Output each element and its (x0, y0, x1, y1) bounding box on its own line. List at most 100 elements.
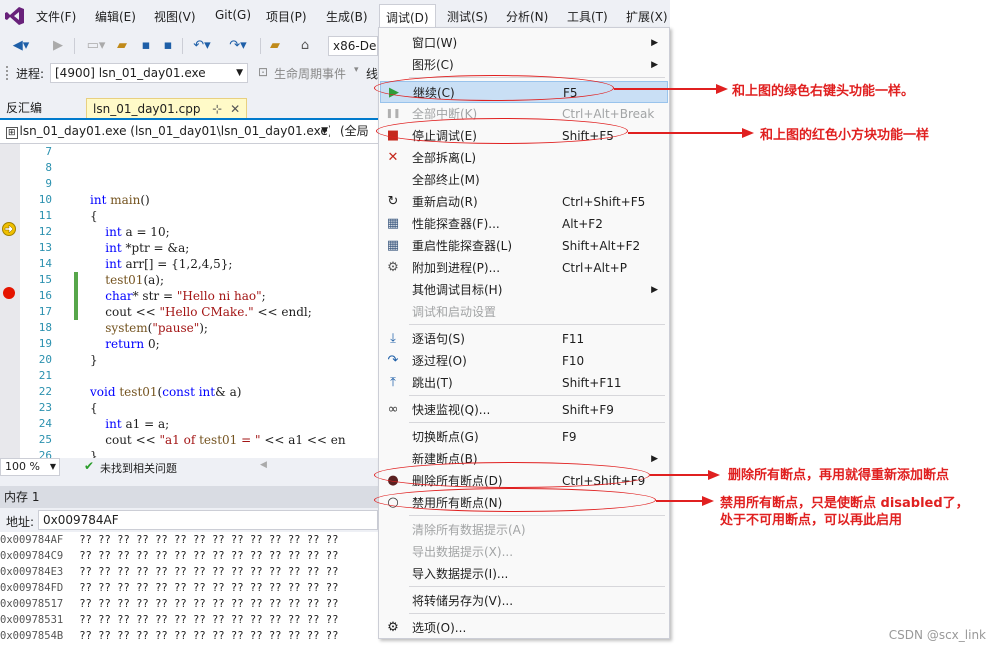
save-icon[interactable]: ▪ (138, 37, 154, 55)
annotation-delete: 删除所有断点，再用就得重新添加断点 (728, 468, 950, 483)
chevron-down-icon: ▼ (49, 462, 56, 471)
quickwatch-icon: ∞ (387, 402, 399, 417)
annotation-arrow-line (614, 88, 718, 90)
zoom-dropdown[interactable]: 100 % ▼ (0, 458, 60, 476)
menu-item[interactable]: 其他调试目标(H) ▶ (380, 279, 668, 301)
memory-row[interactable]: 0x009784AF ?? ?? ?? ?? ?? ?? ?? ?? ?? ?? … (0, 532, 338, 548)
menu-item[interactable]: ↻ 重新启动(R) Ctrl+Shift+F5 (380, 191, 668, 213)
menu-item[interactable]: ▦ 重启性能探查器(L) Shift+Alt+F2 (380, 235, 668, 257)
memory-row[interactable]: 0x009784E3 ?? ?? ?? ?? ?? ?? ?? ?? ?? ?? … (0, 564, 338, 580)
menu-item[interactable]: 切换断点(G) F9 (380, 426, 668, 448)
chevron-down-icon: ▼ (236, 68, 243, 78)
menu-item[interactable]: 导出数据提示(X)... (380, 541, 668, 563)
menu-item-shortcut: Ctrl+Shift+F5 (562, 195, 646, 209)
process-value: [4900] lsn_01_day01.exe (55, 66, 206, 80)
current-statement-arrow-icon (2, 222, 16, 236)
tab-disassembly[interactable]: 反汇编 (0, 98, 48, 118)
menu-item[interactable]: ▦ 性能探查器(F)... Alt+F2 (380, 213, 668, 235)
address-input[interactable]: 0x009784AF (38, 510, 378, 530)
solution-explorer-icon[interactable]: ▰ (266, 37, 284, 55)
close-icon[interactable]: ✕ (230, 102, 240, 116)
menu-view[interactable]: 视图(V) (154, 8, 196, 25)
menu-item[interactable]: 窗口(W) ▶ (380, 32, 668, 54)
menu-extensions[interactable]: 扩展(X) (626, 8, 668, 25)
menu-item[interactable]: 导入数据提示(I)... (380, 563, 668, 585)
annotation-arrow-line (656, 500, 704, 502)
check-icon: ✔ (84, 459, 95, 473)
pin-icon[interactable]: ⊹ (212, 102, 222, 116)
line-number: 13 (38, 241, 52, 254)
menu-item[interactable]: ⤒ 跳出(T) Shift+F11 (380, 372, 668, 394)
code-text: { (90, 401, 98, 415)
annotation-stop: 和上图的红色小方块功能一样 (760, 128, 930, 143)
memory-row[interactable]: 0x00978517 ?? ?? ?? ?? ?? ?? ?? ?? ?? ?? … (0, 596, 338, 612)
menu-item[interactable]: ⤓ 逐语句(S) F11 (380, 328, 668, 350)
memory-bytes: ?? ?? ?? ?? ?? ?? ?? ?? ?? ?? ?? ?? ?? ?… (79, 534, 339, 546)
menu-item-label: 将转储另存为(V)... (412, 594, 514, 608)
code-text: int arr[] = {1,2,4,5}; (105, 257, 233, 271)
menu-item[interactable]: 全部终止(M) (380, 169, 668, 191)
menu-item-label: 选项(O)... (412, 621, 467, 635)
menu-git[interactable]: Git(G) (215, 8, 251, 22)
menu-item-label: 重新启动(R) (412, 195, 478, 209)
menu-separator (409, 324, 665, 325)
issues-status[interactable]: 未找到相关问题 (100, 460, 177, 476)
home-icon[interactable]: ⌂ (296, 37, 314, 55)
chevron-down-icon: ▼ (321, 126, 328, 136)
redo-icon[interactable]: ↷▾ (224, 37, 252, 55)
menu-item-label: 附加到进程(P)... (412, 261, 501, 275)
line-number: 15 (38, 273, 52, 286)
menu-analyze[interactable]: 分析(N) (506, 8, 548, 25)
open-folder-icon[interactable]: ▰ (114, 37, 130, 55)
zoom-value: 100 % (5, 460, 40, 473)
menu-item[interactable]: 清除所有数据提示(A) (380, 519, 668, 541)
line-number: 20 (38, 353, 52, 366)
platform-dropdown[interactable]: x86-Deb (328, 36, 378, 56)
menu-item[interactable]: ⚙ 选项(O)... (380, 617, 668, 639)
submenu-arrow-icon: ▶ (651, 38, 658, 48)
menu-build[interactable]: 生成(B) (326, 8, 368, 25)
menu-separator (409, 515, 665, 516)
code-text: int a1 = a; (105, 417, 170, 431)
menu-item[interactable]: ↷ 逐过程(O) F10 (380, 350, 668, 372)
code-text: void test01(const int& a) (90, 385, 242, 399)
lifecycle-events-button[interactable]: 生命周期事件 (274, 65, 346, 82)
undo-icon[interactable]: ↶▾ (188, 37, 216, 55)
tab-label: lsn_01_day01.cpp (93, 102, 201, 116)
process-dropdown[interactable]: [4900] lsn_01_day01.exe ▼ (50, 63, 248, 83)
memory-row[interactable]: 0x009784C9 ?? ?? ?? ?? ?? ?? ?? ?? ?? ?? … (0, 548, 338, 564)
annotation-continue: 和上图的绿色右键头功能一样。 (732, 84, 915, 99)
menu-item-label: 重启性能探查器(L) (412, 239, 513, 253)
line-number: 24 (38, 417, 52, 430)
menu-edit[interactable]: 编辑(E) (95, 8, 136, 25)
menu-tools[interactable]: 工具(T) (567, 8, 608, 25)
memory-row[interactable]: 0x0097854B ?? ?? ?? ?? ?? ?? ?? ?? ?? ?? … (0, 628, 338, 644)
menu-item-label: 全部终止(M) (412, 173, 480, 187)
breakpoint-icon[interactable] (2, 286, 16, 300)
annotation-disable-line2: 处于不可用断点，可以再此启用 (720, 513, 903, 528)
line-number: 8 (45, 161, 52, 174)
line-number: 14 (38, 257, 52, 270)
menu-debug[interactable]: 调试(D) (379, 4, 436, 28)
project-scope-dropdown[interactable]: ⊞ lsn_01_day01.exe (lsn_01_day01\lsn_01_d… (2, 122, 330, 142)
memory-row[interactable]: 0x00978531 ?? ?? ?? ?? ?? ?? ?? ?? ?? ?? … (0, 612, 338, 628)
memory-row[interactable]: 0x009784FD ?? ?? ?? ?? ?? ?? ?? ?? ?? ?? … (0, 580, 338, 596)
menu-project[interactable]: 项目(P) (266, 8, 307, 25)
menu-item[interactable]: 调试和启动设置 (380, 301, 668, 323)
new-project-icon[interactable]: ▭▾ (82, 37, 110, 55)
menu-item[interactable]: 图形(C) ▶ (380, 54, 668, 76)
forward-icon[interactable]: ▶ (50, 37, 66, 55)
menu-item-shortcut: Alt+F2 (562, 217, 603, 231)
menu-item[interactable]: ⚙ 附加到进程(P)... Ctrl+Alt+P (380, 257, 668, 279)
menu-test[interactable]: 测试(S) (447, 8, 488, 25)
vs-logo-icon (5, 7, 24, 25)
menu-item[interactable]: 将转储另存为(V)... (380, 590, 668, 612)
menu-item[interactable]: ✕ 全部拆离(L) (380, 147, 668, 169)
tab-source-file[interactable]: lsn_01_day01.cpp ⊹ ✕ (86, 98, 248, 118)
global-scope-dropdown[interactable]: (全局 (336, 122, 376, 142)
save-all-icon[interactable]: ▪ (160, 37, 176, 55)
back-icon[interactable]: ◀▾ (6, 37, 36, 55)
scroll-left-icon[interactable]: ◀ (260, 460, 267, 470)
menu-file[interactable]: 文件(F) (36, 8, 76, 25)
menu-item[interactable]: ∞ 快速监视(Q)... Shift+F9 (380, 399, 668, 421)
